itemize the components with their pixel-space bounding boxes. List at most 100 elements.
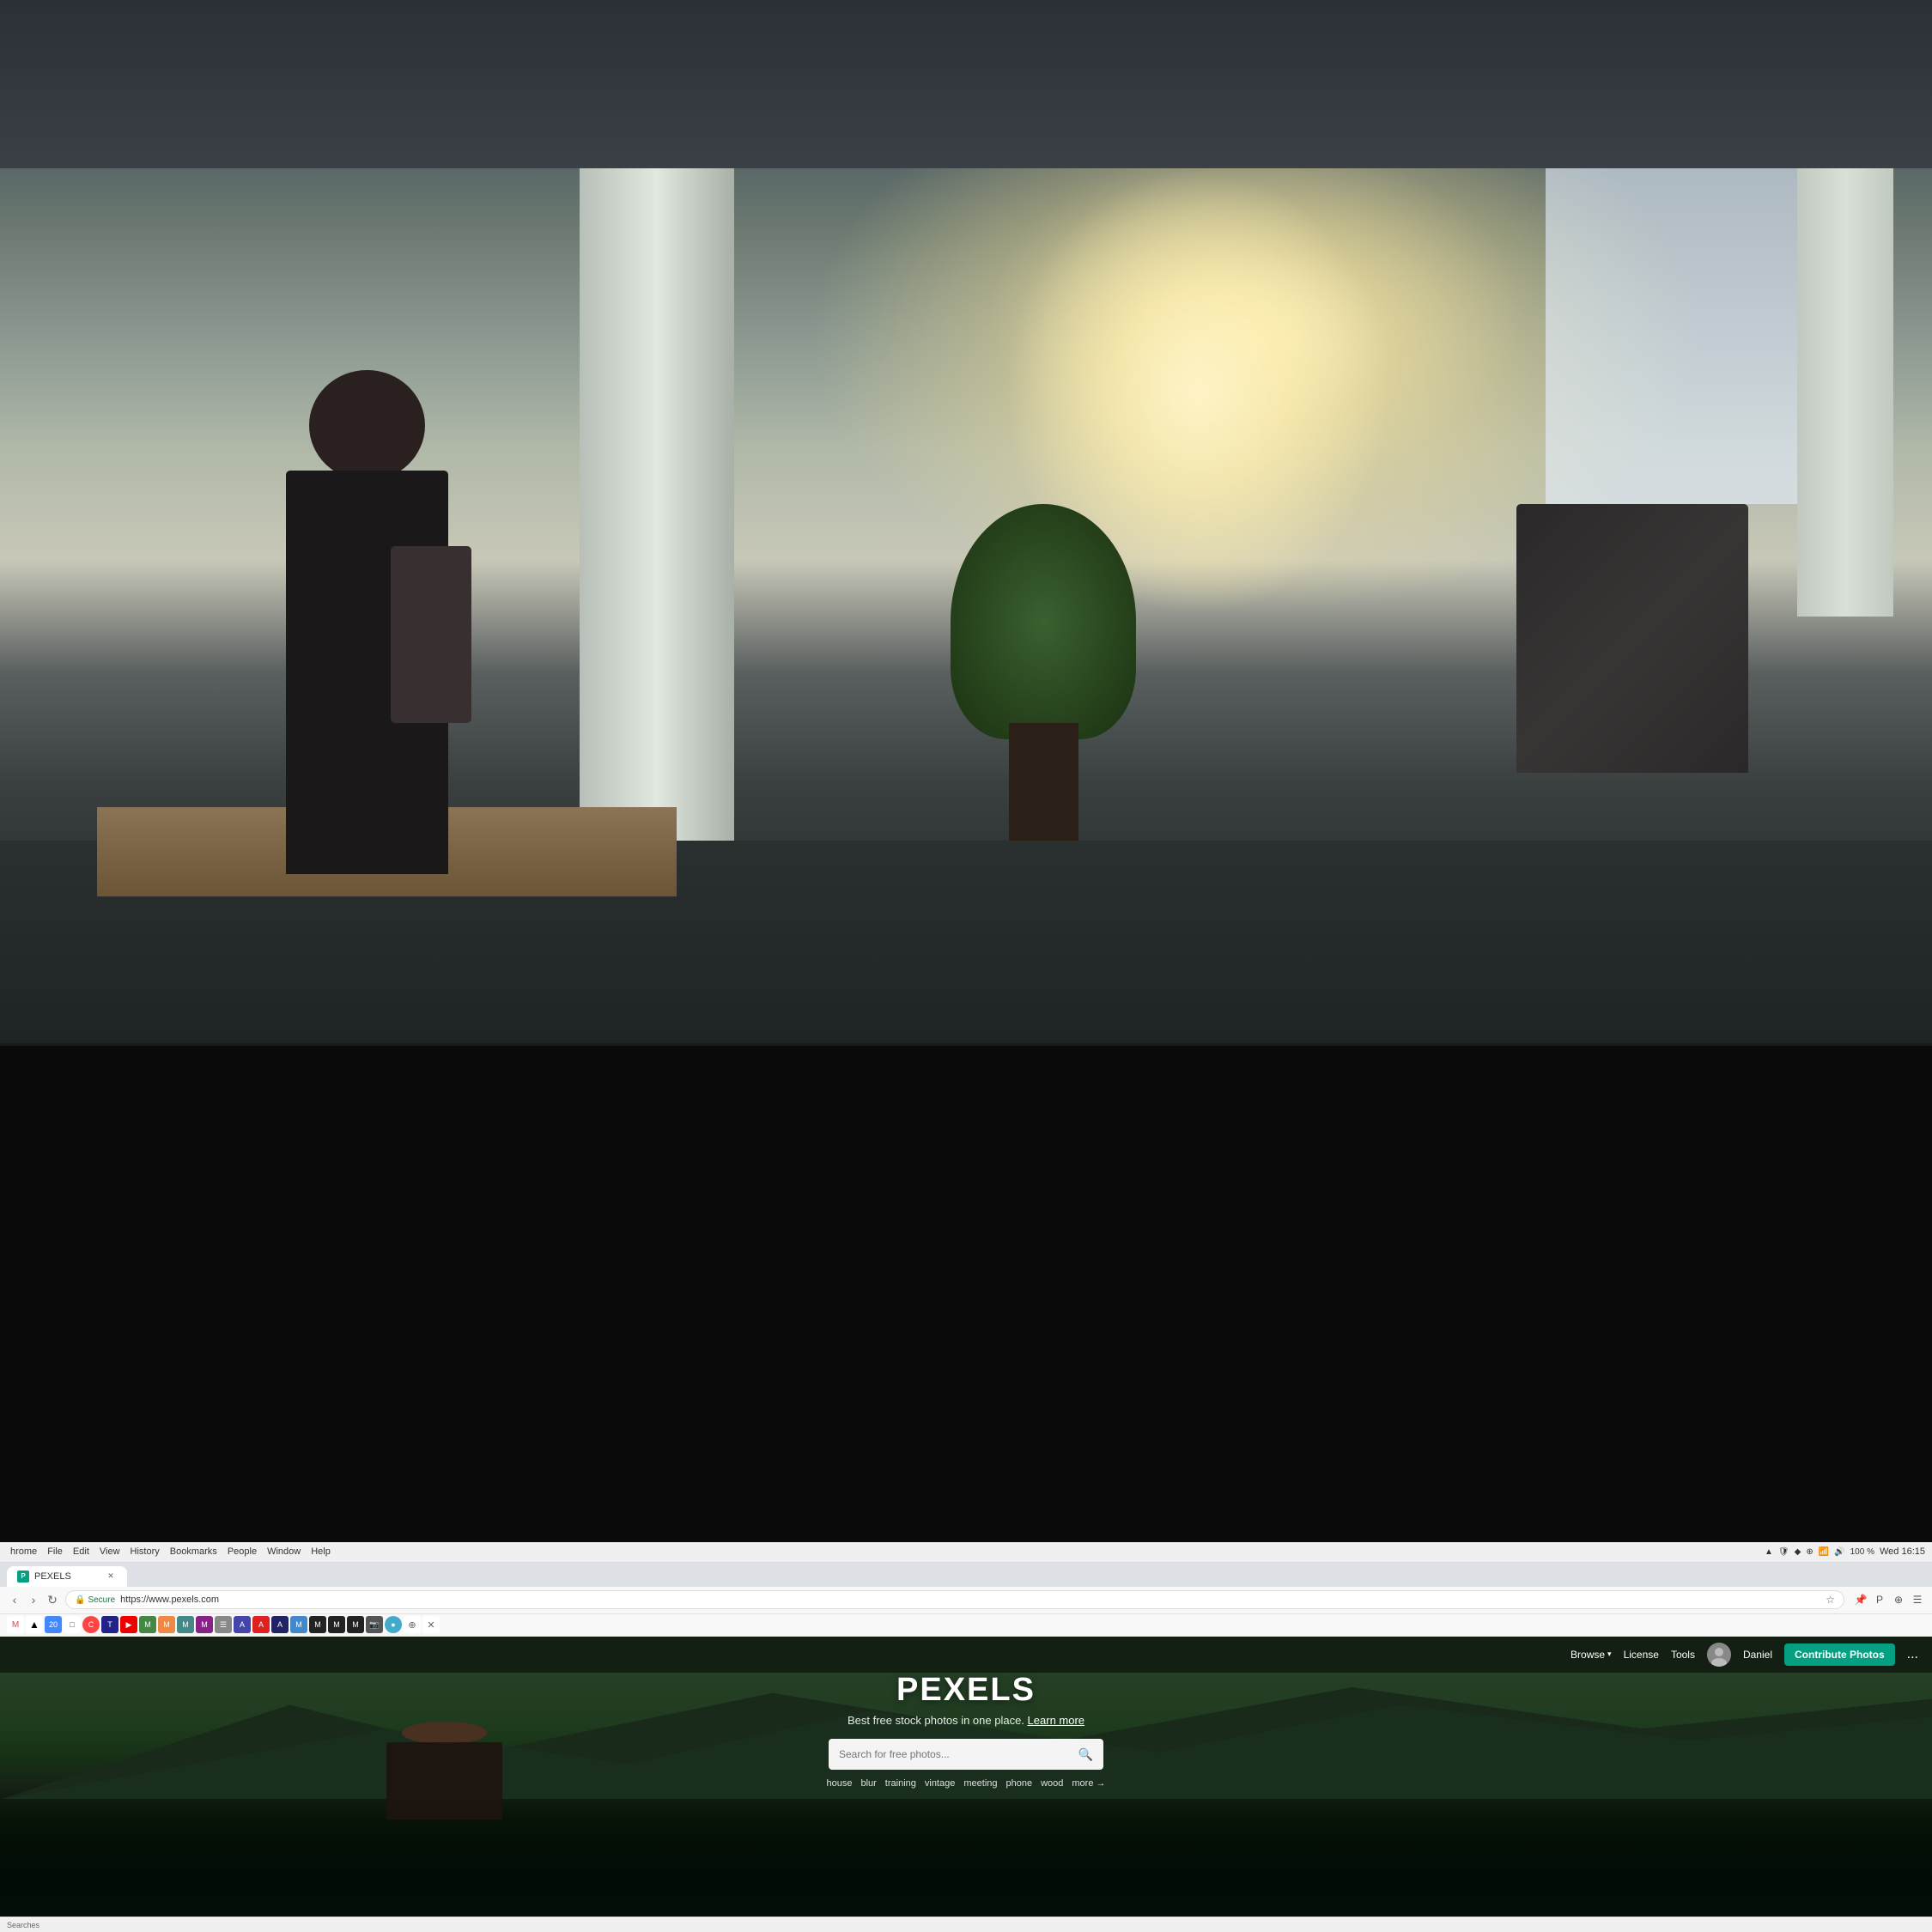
hero-content: PEXELS Best free stock photos in one pla… [0, 1672, 1932, 1789]
learn-more-link[interactable]: Learn more [1028, 1714, 1084, 1727]
bookmark-purple[interactable]: M [196, 1616, 213, 1633]
bottom-status-bar: Searches [0, 1917, 1932, 1932]
office-background [0, 0, 1932, 1121]
pexels-logo: PEXELS [896, 1672, 1036, 1709]
search-tags: house blur training vintage meeting phon… [826, 1778, 1105, 1789]
menu-bookmarks[interactable]: Bookmarks [170, 1546, 217, 1557]
volume-icon: 🔊 [1834, 1547, 1844, 1557]
plant [927, 504, 1159, 841]
shield-icon: 🛡 [1778, 1547, 1789, 1557]
bookmark-medium[interactable]: M [309, 1616, 326, 1633]
toolbar-right: 📌 P ⊕ ☰ [1853, 1592, 1925, 1607]
dropbox-icon: ◆ [1795, 1547, 1801, 1557]
bookmark-blue-2[interactable]: A [234, 1616, 251, 1633]
wifi-icon: ▲ [1765, 1547, 1773, 1557]
tab-bar: P PEXELS ✕ [0, 1563, 1932, 1587]
forward-button[interactable]: › [26, 1592, 41, 1607]
chair [1488, 504, 1778, 952]
search-button[interactable]: 🔍 [1078, 1747, 1093, 1762]
bookmark-gmail[interactable]: M [7, 1616, 24, 1633]
tag-more[interactable]: more → [1072, 1778, 1105, 1789]
menu-history[interactable]: History [131, 1546, 160, 1557]
ceiling [0, 0, 1932, 168]
os-menu-bar: hrome File Edit View History Bookmarks P… [0, 1542, 1932, 1563]
bookmark-darkblue[interactable]: A [271, 1616, 289, 1633]
signal-icon: 📶 [1819, 1547, 1829, 1557]
bookmark-green-1[interactable]: M [139, 1616, 156, 1633]
secure-badge: 🔒 Secure [75, 1595, 115, 1605]
secure-label: Secure [88, 1595, 115, 1605]
bookmarks-bar: M ▲ 20 □ C T ▶ M M M M ☰ A A A M M M M 📷… [0, 1614, 1932, 1637]
tag-vintage[interactable]: vintage [925, 1778, 955, 1789]
more-options-icon[interactable]: ... [1907, 1647, 1918, 1662]
tag-meeting[interactable]: meeting [963, 1778, 997, 1789]
bookmark-orange-m[interactable]: M [158, 1616, 175, 1633]
user-avatar[interactable] [1707, 1643, 1731, 1667]
back-button[interactable]: ‹ [7, 1592, 22, 1607]
bookmark-youtube[interactable]: ▶ [120, 1616, 137, 1633]
bookmark-blue-1[interactable]: T [101, 1616, 118, 1633]
bookmark-red-2[interactable]: A [252, 1616, 270, 1633]
bookmark-orange[interactable]: C [82, 1616, 100, 1633]
reload-button[interactable]: ↻ [45, 1592, 60, 1607]
bookmark-close[interactable]: ✕ [422, 1616, 440, 1633]
url-text: https://www.pexels.com [120, 1595, 219, 1605]
monitor-bezel: hrome File Edit View History Bookmarks P… [0, 1043, 1932, 1932]
chrome-menus: hrome File Edit View History Bookmarks P… [10, 1546, 331, 1557]
bookmark-medium-3[interactable]: M [347, 1616, 364, 1633]
clock: Wed 16:15 [1880, 1546, 1925, 1557]
search-input[interactable] [839, 1748, 1072, 1760]
menu-view[interactable]: View [100, 1546, 120, 1557]
browse-chevron-icon: ▾ [1607, 1649, 1612, 1659]
window-right [1546, 112, 1836, 505]
bookmark-cal-1[interactable]: 20 [45, 1616, 62, 1633]
ext-icon-1[interactable]: ⊕ [1891, 1592, 1906, 1607]
tag-training[interactable]: training [885, 1778, 916, 1789]
active-tab[interactable]: P PEXELS ✕ [7, 1566, 127, 1587]
tag-phone[interactable]: phone [1006, 1778, 1033, 1789]
lock-icon: 🔒 [75, 1595, 85, 1605]
search-bar[interactable]: 🔍 [829, 1739, 1103, 1770]
browse-menu[interactable]: Browse ▾ [1571, 1649, 1612, 1661]
person-silhouette [252, 370, 483, 874]
menu-chrome[interactable]: hrome [10, 1546, 37, 1557]
os-status-bar: ▲ 🛡 ◆ ⊕ 📶 🔊 100 % Wed 16:15 [1765, 1546, 1925, 1557]
pexels-website: Browse ▾ License Tools Daniel Contribute… [0, 1637, 1932, 1932]
bookmark-gray[interactable]: ☰ [215, 1616, 232, 1633]
bookmark-circle-2[interactable]: ● [385, 1616, 402, 1633]
bookmark-camera[interactable]: 📷 [366, 1616, 383, 1633]
tag-wood[interactable]: wood [1041, 1778, 1063, 1789]
nav-right-items: Browse ▾ License Tools Daniel Contribute… [1571, 1643, 1918, 1667]
nav-buttons: ‹ › ↻ [7, 1592, 60, 1607]
pexels-navbar: Browse ▾ License Tools Daniel Contribute… [0, 1637, 1932, 1673]
menu-edit[interactable]: Edit [73, 1546, 89, 1557]
bookmark-star-icon[interactable]: ☆ [1826, 1594, 1835, 1606]
menu-window[interactable]: Window [267, 1546, 301, 1557]
bookmark-cal-2[interactable]: □ [64, 1616, 81, 1633]
chrome-icon: ⊕ [1806, 1547, 1813, 1557]
pexels-tagline: Best free stock photos in one place. Lea… [848, 1714, 1084, 1727]
tag-house[interactable]: house [826, 1778, 852, 1789]
url-bar[interactable]: 🔒 Secure https://www.pexels.com ☆ [65, 1590, 1844, 1609]
bookmark-teal[interactable]: M [177, 1616, 194, 1633]
tab-favicon: P [17, 1571, 29, 1583]
bookmark-puzzle[interactable]: ⊕ [404, 1616, 421, 1633]
screen: hrome File Edit View History Bookmarks P… [0, 1542, 1932, 1932]
browse-label: Browse [1571, 1649, 1605, 1661]
menu-people[interactable]: People [228, 1546, 257, 1557]
bookmark-medium-2[interactable]: M [328, 1616, 345, 1633]
pinterest-icon[interactable]: P [1872, 1592, 1887, 1607]
bookmark-drive[interactable]: ▲ [26, 1616, 43, 1633]
status-label: Searches [7, 1921, 39, 1929]
menu-file[interactable]: File [47, 1546, 63, 1557]
license-link[interactable]: License [1624, 1649, 1659, 1661]
ext-icon-2[interactable]: ☰ [1910, 1592, 1925, 1607]
address-bar: ‹ › ↻ 🔒 Secure https://www.pexels.com ☆ … [0, 1587, 1932, 1614]
contribute-photos-button[interactable]: Contribute Photos [1784, 1643, 1895, 1666]
bookmark-lightblue[interactable]: M [290, 1616, 307, 1633]
tab-close-button[interactable]: ✕ [105, 1571, 117, 1583]
tab-title: PEXELS [34, 1571, 71, 1582]
tag-blur[interactable]: blur [860, 1778, 876, 1789]
tools-link[interactable]: Tools [1671, 1649, 1695, 1661]
menu-help[interactable]: Help [311, 1546, 331, 1557]
